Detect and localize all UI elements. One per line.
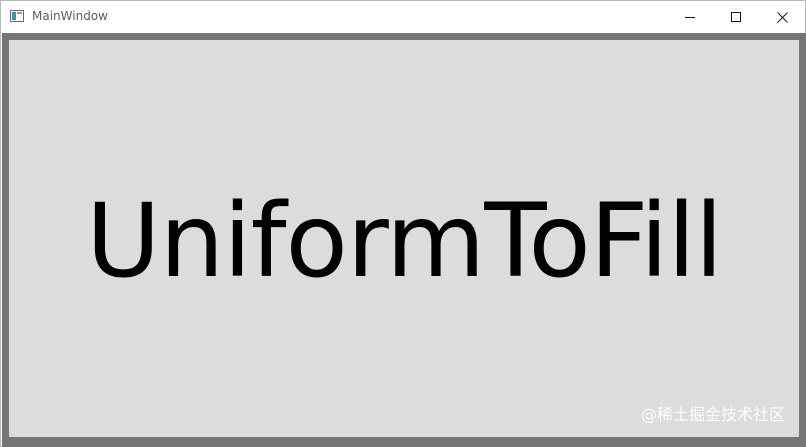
- window-client-area: UniformToFill @稀土掘金技术社区: [2, 33, 806, 447]
- window-title: MainWindow: [32, 9, 108, 23]
- close-icon: [776, 11, 788, 23]
- maximize-button[interactable]: [713, 1, 759, 33]
- minimize-button[interactable]: [667, 1, 713, 33]
- main-window: MainWindow UniformToFill @稀土掘金技术社区: [0, 0, 806, 447]
- app-window-icon: [10, 10, 24, 22]
- viewbox-content: UniformToFill @稀土掘金技术社区: [9, 40, 799, 437]
- maximize-icon: [731, 12, 741, 22]
- uniform-to-fill-text: UniformToFill: [85, 182, 723, 301]
- watermark-text: @稀土掘金技术社区: [640, 405, 785, 424]
- close-button[interactable]: [759, 1, 805, 33]
- minimize-icon: [685, 16, 695, 18]
- title-bar[interactable]: MainWindow: [1, 1, 805, 33]
